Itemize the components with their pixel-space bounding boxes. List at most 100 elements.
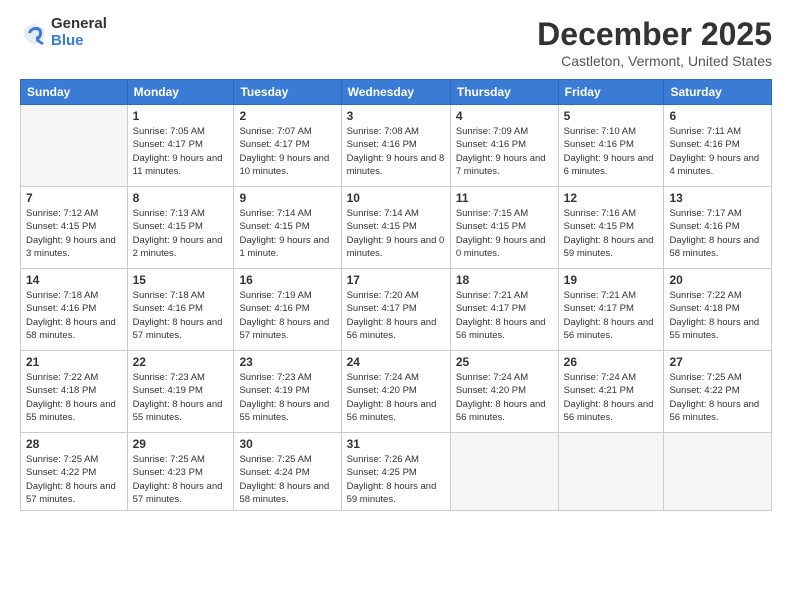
table-row: 16Sunrise: 7:19 AMSunset: 4:16 PMDayligh… xyxy=(234,269,341,351)
table-row: 4 Sunrise: 7:09 AMSunset: 4:16 PMDaylight… xyxy=(450,105,558,187)
day-info: Sunrise: 7:22 AMSunset: 4:18 PMDaylight:… xyxy=(669,289,766,342)
day-info: Sunrise: 7:05 AMSunset: 4:17 PMDaylight:… xyxy=(133,125,229,178)
day-number: 15 xyxy=(133,273,229,287)
day-number: 22 xyxy=(133,355,229,369)
logo-blue: Blue xyxy=(51,33,107,50)
table-row: 27 Sunrise: 7:25 AMSunset: 4:22 PMDayligh… xyxy=(664,351,772,433)
day-number: 14 xyxy=(26,273,122,287)
day-number: 11 xyxy=(456,191,553,205)
week-row: 1Sunrise: 7:05 AMSunset: 4:17 PMDaylight… xyxy=(21,105,772,187)
table-row xyxy=(21,105,128,187)
col-tuesday: Tuesday xyxy=(234,80,341,105)
day-number: 13 xyxy=(669,191,766,205)
table-row: 1Sunrise: 7:05 AMSunset: 4:17 PMDaylight… xyxy=(127,105,234,187)
day-info: Sunrise: 7:20 AMSunset: 4:17 PMDaylight:… xyxy=(347,289,445,342)
day-info: Sunrise: 7:25 AMSunset: 4:22 PMDaylight:… xyxy=(26,453,122,506)
table-row: 14 Sunrise: 7:18 AMSunset: 4:16 PMDayligh… xyxy=(21,269,128,351)
table-row: 26Sunrise: 7:24 AMSunset: 4:21 PMDayligh… xyxy=(558,351,664,433)
day-info: Sunrise: 7:24 AMSunset: 4:20 PMDaylight:… xyxy=(347,371,445,424)
day-info: Sunrise: 7:18 AMSunset: 4:16 PMDaylight:… xyxy=(26,289,122,342)
table-row xyxy=(558,433,664,511)
table-row: 15 Sunrise: 7:18 AMSunset: 4:16 PMDayligh… xyxy=(127,269,234,351)
day-info: Sunrise: 7:16 AMSunset: 4:15 PMDaylight:… xyxy=(564,207,659,260)
table-row: 11 Sunrise: 7:15 AMSunset: 4:15 PMDayligh… xyxy=(450,187,558,269)
day-number: 26 xyxy=(564,355,659,369)
col-thursday: Thursday xyxy=(450,80,558,105)
col-monday: Monday xyxy=(127,80,234,105)
day-info: Sunrise: 7:17 AMSunset: 4:16 PMDaylight:… xyxy=(669,207,766,260)
table-row: 31Sunrise: 7:26 AMSunset: 4:25 PMDayligh… xyxy=(341,433,450,511)
table-row: 9 Sunrise: 7:14 AMSunset: 4:15 PMDaylight… xyxy=(234,187,341,269)
day-number: 4 xyxy=(456,109,553,123)
day-number: 10 xyxy=(347,191,445,205)
table-row: 13 Sunrise: 7:17 AMSunset: 4:16 PMDayligh… xyxy=(664,187,772,269)
table-row xyxy=(450,433,558,511)
logo-general: General xyxy=(51,16,107,33)
table-row: 23Sunrise: 7:23 AMSunset: 4:19 PMDayligh… xyxy=(234,351,341,433)
day-number: 19 xyxy=(564,273,659,287)
week-row: 7 Sunrise: 7:12 AMSunset: 4:15 PMDaylight… xyxy=(21,187,772,269)
day-number: 9 xyxy=(239,191,335,205)
day-info: Sunrise: 7:13 AMSunset: 4:15 PMDaylight:… xyxy=(133,207,229,260)
logo-icon xyxy=(20,19,48,47)
table-row: 20 Sunrise: 7:22 AMSunset: 4:18 PMDayligh… xyxy=(664,269,772,351)
logo-text: General Blue xyxy=(51,16,107,49)
table-row: 8 Sunrise: 7:13 AMSunset: 4:15 PMDaylight… xyxy=(127,187,234,269)
logo: General Blue xyxy=(20,16,107,49)
day-number: 21 xyxy=(26,355,122,369)
table-row: 29Sunrise: 7:25 AMSunset: 4:23 PMDayligh… xyxy=(127,433,234,511)
table-row: 7 Sunrise: 7:12 AMSunset: 4:15 PMDaylight… xyxy=(21,187,128,269)
col-wednesday: Wednesday xyxy=(341,80,450,105)
day-info: Sunrise: 7:26 AMSunset: 4:25 PMDaylight:… xyxy=(347,453,445,506)
col-friday: Friday xyxy=(558,80,664,105)
day-number: 2 xyxy=(239,109,335,123)
day-number: 7 xyxy=(26,191,122,205)
day-info: Sunrise: 7:23 AMSunset: 4:19 PMDaylight:… xyxy=(239,371,335,424)
day-number: 18 xyxy=(456,273,553,287)
calendar: Sunday Monday Tuesday Wednesday Thursday… xyxy=(20,79,772,511)
table-row: 21 Sunrise: 7:22 AMSunset: 4:18 PMDayligh… xyxy=(21,351,128,433)
page: General Blue December 2025 Castleton, Ve… xyxy=(0,0,792,612)
day-info: Sunrise: 7:19 AMSunset: 4:16 PMDaylight:… xyxy=(239,289,335,342)
week-row: 21 Sunrise: 7:22 AMSunset: 4:18 PMDayligh… xyxy=(21,351,772,433)
table-row: 2Sunrise: 7:07 AMSunset: 4:17 PMDaylight… xyxy=(234,105,341,187)
day-number: 29 xyxy=(133,437,229,451)
day-info: Sunrise: 7:25 AMSunset: 4:24 PMDaylight:… xyxy=(239,453,335,506)
subtitle: Castleton, Vermont, United States xyxy=(537,53,772,69)
day-info: Sunrise: 7:23 AMSunset: 4:19 PMDaylight:… xyxy=(133,371,229,424)
table-row: 18Sunrise: 7:21 AMSunset: 4:17 PMDayligh… xyxy=(450,269,558,351)
col-saturday: Saturday xyxy=(664,80,772,105)
table-row: 6Sunrise: 7:11 AMSunset: 4:16 PMDaylight… xyxy=(664,105,772,187)
day-info: Sunrise: 7:15 AMSunset: 4:15 PMDaylight:… xyxy=(456,207,553,260)
table-row: 30 Sunrise: 7:25 AMSunset: 4:24 PMDayligh… xyxy=(234,433,341,511)
table-row: 10 Sunrise: 7:14 AMSunset: 4:15 PMDayligh… xyxy=(341,187,450,269)
day-info: Sunrise: 7:14 AMSunset: 4:15 PMDaylight:… xyxy=(347,207,445,260)
day-info: Sunrise: 7:25 AMSunset: 4:22 PMDaylight:… xyxy=(669,371,766,424)
day-info: Sunrise: 7:18 AMSunset: 4:16 PMDaylight:… xyxy=(133,289,229,342)
day-info: Sunrise: 7:12 AMSunset: 4:15 PMDaylight:… xyxy=(26,207,122,260)
day-info: Sunrise: 7:09 AMSunset: 4:16 PMDaylight:… xyxy=(456,125,553,178)
table-row: 12 Sunrise: 7:16 AMSunset: 4:15 PMDayligh… xyxy=(558,187,664,269)
day-number: 5 xyxy=(564,109,659,123)
day-info: Sunrise: 7:14 AMSunset: 4:15 PMDaylight:… xyxy=(239,207,335,260)
col-sunday: Sunday xyxy=(21,80,128,105)
day-number: 28 xyxy=(26,437,122,451)
day-number: 8 xyxy=(133,191,229,205)
day-number: 27 xyxy=(669,355,766,369)
table-row: 5 Sunrise: 7:10 AMSunset: 4:16 PMDaylight… xyxy=(558,105,664,187)
week-row: 14 Sunrise: 7:18 AMSunset: 4:16 PMDayligh… xyxy=(21,269,772,351)
day-info: Sunrise: 7:08 AMSunset: 4:16 PMDaylight:… xyxy=(347,125,445,178)
day-info: Sunrise: 7:11 AMSunset: 4:16 PMDaylight:… xyxy=(669,125,766,178)
day-info: Sunrise: 7:22 AMSunset: 4:18 PMDaylight:… xyxy=(26,371,122,424)
day-number: 20 xyxy=(669,273,766,287)
header-row: Sunday Monday Tuesday Wednesday Thursday… xyxy=(21,80,772,105)
day-info: Sunrise: 7:24 AMSunset: 4:20 PMDaylight:… xyxy=(456,371,553,424)
table-row: 17Sunrise: 7:20 AMSunset: 4:17 PMDayligh… xyxy=(341,269,450,351)
day-number: 24 xyxy=(347,355,445,369)
day-info: Sunrise: 7:10 AMSunset: 4:16 PMDaylight:… xyxy=(564,125,659,178)
day-number: 30 xyxy=(239,437,335,451)
week-row: 28 Sunrise: 7:25 AMSunset: 4:22 PMDayligh… xyxy=(21,433,772,511)
day-number: 3 xyxy=(347,109,445,123)
day-number: 12 xyxy=(564,191,659,205)
header: General Blue December 2025 Castleton, Ve… xyxy=(20,16,772,69)
